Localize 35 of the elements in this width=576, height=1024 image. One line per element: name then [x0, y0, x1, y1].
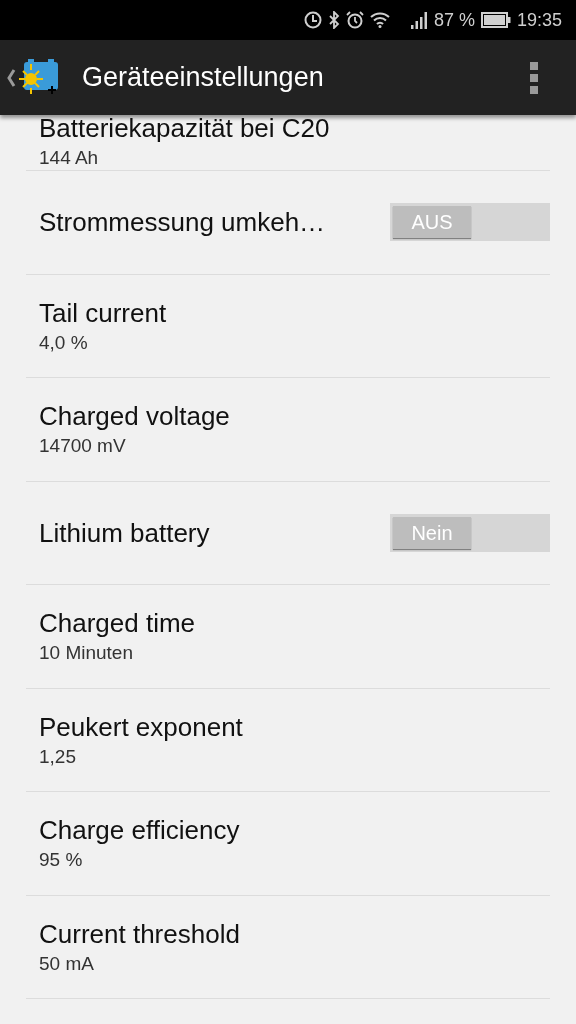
screen-title: Geräteeinstellungen [82, 61, 325, 95]
setting-row[interactable]: Charged voltage 14700 mV [26, 378, 550, 482]
setting-title: Lithium battery [39, 516, 211, 550]
setting-title: Current threshold [39, 917, 241, 951]
clock: 19:35 [516, 8, 562, 32]
setting-value: 4,0 % [39, 330, 89, 355]
setting-value: 1,25 [39, 744, 77, 769]
bluetooth-icon [327, 11, 340, 29]
setting-title: Strommessung umkeh… [39, 206, 327, 240]
setting-title: Peukert exponent [39, 710, 244, 744]
setting-row[interactable]: Strommessung umkeh… AUS [26, 171, 550, 275]
setting-title: Batteriekapazität bei C20 [39, 115, 331, 145]
overflow-menu-button[interactable] [530, 61, 538, 94]
setting-value: 10 Minuten [39, 641, 134, 666]
back-chevron-icon [6, 67, 16, 88]
alarm-icon [345, 11, 364, 29]
setting-row[interactable]: Lithium battery Nein [26, 481, 550, 585]
setting-row[interactable]: Peukert exponent 1,25 [26, 688, 550, 792]
battery-icon [480, 12, 511, 28]
wifi-icon [369, 12, 390, 28]
setting-value: 50 mA [39, 951, 95, 976]
setting-row[interactable]: Batteriekapazität bei C20 144 Ah [26, 115, 550, 171]
signal-icon [409, 11, 428, 29]
setting-value: 144 Ah [39, 145, 100, 170]
setting-row[interactable]: Tail current 4,0 % [26, 274, 550, 378]
setting-title: Charged voltage [39, 400, 231, 434]
setting-row[interactable]: Charged time 10 Minuten [26, 585, 550, 689]
setting-row[interactable]: Current threshold 50 mA [26, 895, 550, 999]
setting-value: 14700 mV [39, 434, 127, 459]
setting-title: Charge efficiency [39, 814, 241, 848]
setting-title: Charged time [39, 607, 197, 641]
setting-row[interactable]: Charge efficiency 95 % [26, 792, 550, 896]
battery-percent: 87 % [433, 8, 475, 32]
setting-title: Tail current [39, 296, 168, 330]
setting-value: 95 % [39, 848, 84, 873]
